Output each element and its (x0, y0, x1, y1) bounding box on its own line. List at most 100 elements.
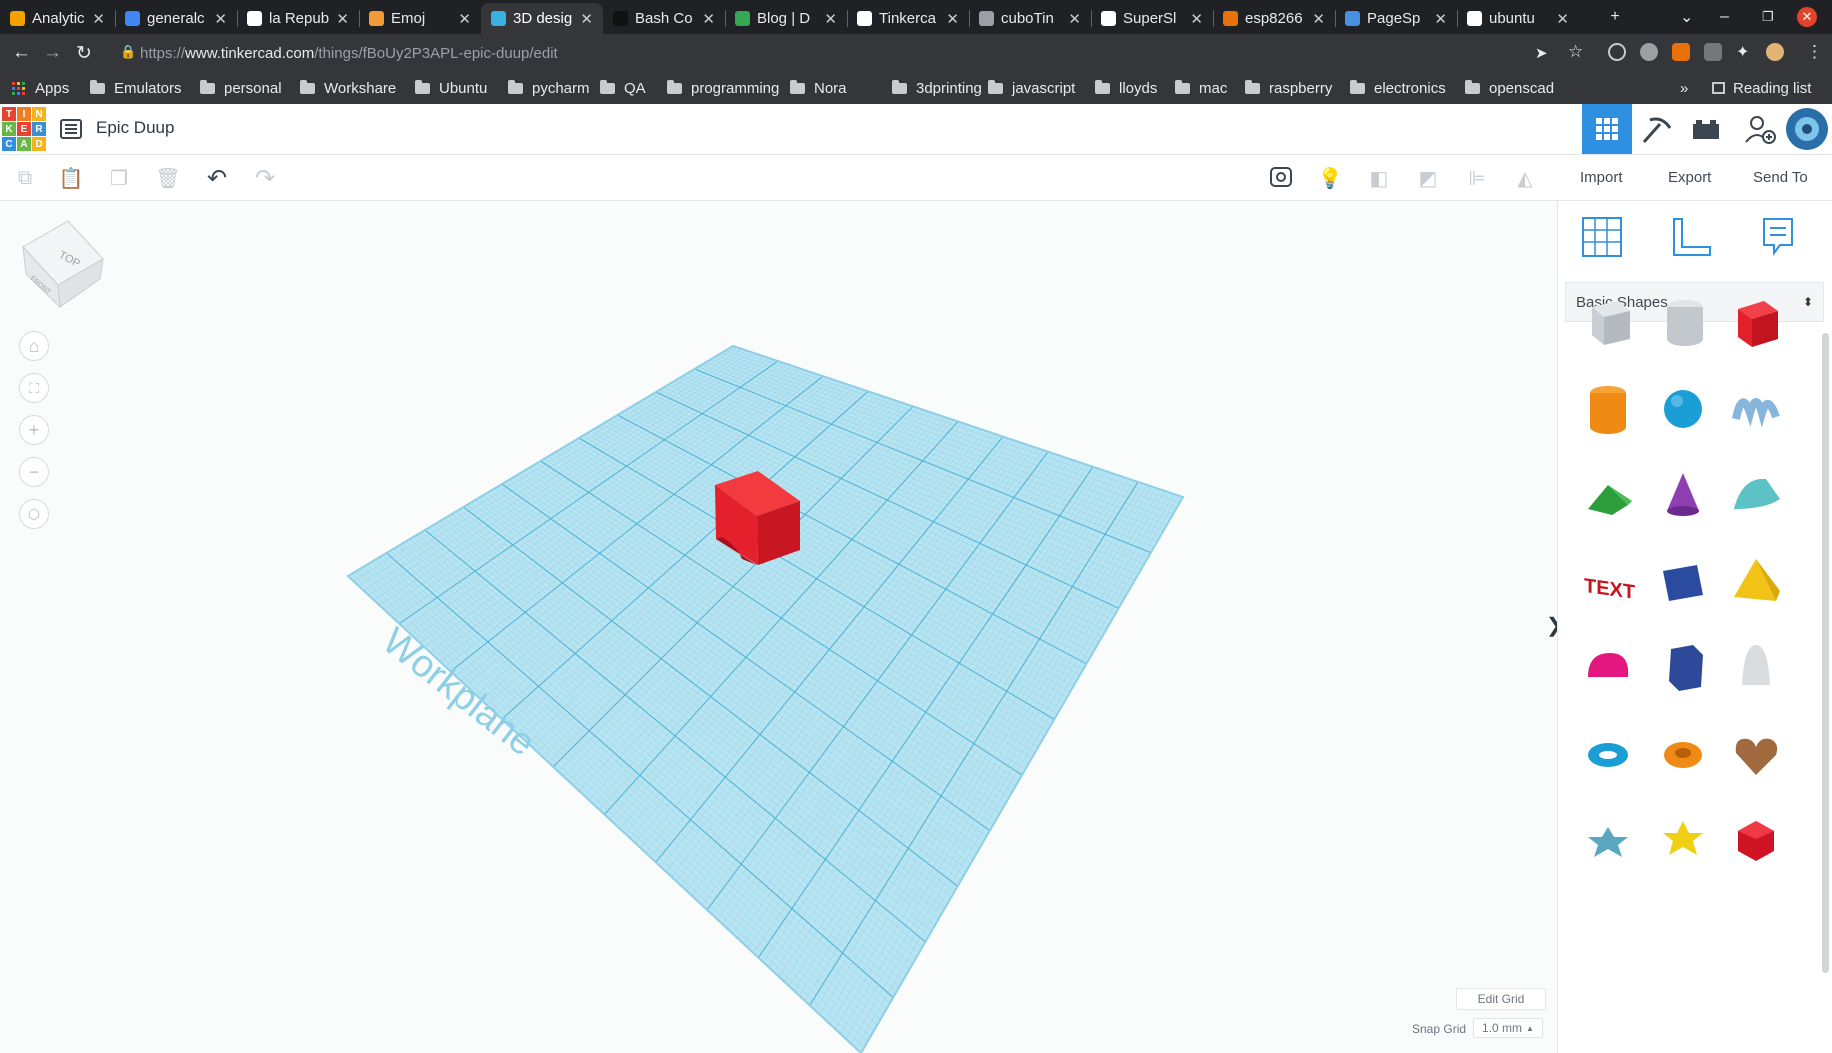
bookmark-folder[interactable]: javascript (988, 76, 1075, 100)
shape-text[interactable]: TEXT (1578, 551, 1638, 611)
new-tab-button[interactable]: + (1600, 0, 1630, 34)
bookmark-folder[interactable]: Emulators (90, 76, 182, 100)
browser-tab[interactable]: cuboTin ✕ (969, 3, 1091, 34)
browser-menu-icon[interactable]: ⋮ (1806, 42, 1823, 62)
bookmark-folder[interactable]: programming (667, 76, 779, 100)
shape-paraboloid[interactable] (1726, 637, 1786, 697)
panel-scrollbar[interactable] (1822, 333, 1829, 973)
tab-close-icon[interactable]: ✕ (946, 10, 959, 28)
shape-box[interactable] (1726, 293, 1786, 353)
url-field[interactable]: https://www.tinkercad.com/things/fBoUy2P… (140, 40, 1560, 66)
home-view-icon[interactable]: ⌂ (19, 331, 49, 361)
tab-search-icon[interactable]: ⌄ (1680, 0, 1693, 34)
align-icon[interactable]: ⊫ (1464, 165, 1490, 191)
bookmark-folder[interactable]: Ubuntu (415, 76, 487, 100)
extension-ghost-icon[interactable] (1640, 43, 1658, 61)
export-button[interactable]: Export (1655, 162, 1724, 192)
tinkercad-logo[interactable]: TIN KER CAD (2, 107, 46, 151)
browser-tab[interactable]: Emoj ✕ (359, 3, 481, 34)
shape-round-roof[interactable] (1726, 465, 1786, 525)
browser-tab[interactable]: generalc ✕ (115, 3, 237, 34)
shape-roof[interactable] (1578, 465, 1638, 525)
reading-list-button[interactable]: Reading list (1712, 76, 1811, 100)
bookmark-folder[interactable]: lloyds (1095, 76, 1157, 100)
bookmark-folder[interactable]: personal (200, 76, 282, 100)
view-cube[interactable]: TOP FRONT (18, 219, 106, 309)
workplane-tool-icon[interactable] (1580, 215, 1624, 259)
edit-grid-button[interactable]: Edit Grid (1456, 988, 1546, 1010)
import-button[interactable]: Import (1567, 162, 1636, 192)
send-to-button[interactable]: Send To (1740, 162, 1821, 192)
shape-heart[interactable] (1726, 723, 1786, 783)
tab-close-icon[interactable]: ✕ (824, 10, 837, 28)
undo-icon[interactable]: ↶ (204, 165, 230, 192)
profile-avatar[interactable] (1766, 43, 1784, 61)
show-all-icon[interactable] (1268, 165, 1294, 191)
browser-tab[interactable]: Analytic ✕ (0, 3, 115, 34)
zoom-in-icon[interactable]: + (19, 415, 49, 445)
browser-tab[interactable]: la Repub ✕ (237, 3, 359, 34)
tab-close-icon[interactable]: ✕ (1312, 10, 1325, 28)
back-arrow-icon[interactable]: ← (12, 42, 31, 64)
ruler-tool-icon[interactable] (1670, 215, 1714, 259)
design-list-icon[interactable] (60, 119, 82, 139)
shape-cylinder[interactable] (1578, 379, 1638, 439)
tab-close-icon[interactable]: ✕ (214, 10, 227, 28)
3d-viewport[interactable]: Workplane TOP FRONT ⌂ ⛶ + − ⬡ ❯ Edit Gri… (0, 201, 1557, 1053)
shape-torus[interactable] (1578, 723, 1638, 783)
shape-tube[interactable] (1653, 723, 1713, 783)
bookmark-folder[interactable]: Nora (790, 76, 847, 100)
3d-design-view-button[interactable] (1582, 104, 1632, 154)
lock-icon[interactable]: 🔒 (120, 44, 136, 60)
restore-button[interactable]: ❐ (1762, 0, 1774, 34)
panel-collapse-arrow[interactable]: ❯ (1546, 613, 1557, 638)
shape-cone[interactable] (1653, 465, 1713, 525)
mirror-icon[interactable]: ◭ (1512, 165, 1538, 191)
minimize-button[interactable]: – (1720, 0, 1729, 34)
bookmark-folder[interactable]: Workshare (300, 76, 396, 100)
tab-close-icon[interactable]: ✕ (92, 10, 105, 28)
shape-star-gold[interactable] (1653, 809, 1713, 869)
browser-tab[interactable]: Bash Co ✕ (603, 3, 725, 34)
shape-box-hole[interactable] (1578, 293, 1638, 353)
shape-half-sphere[interactable] (1578, 637, 1638, 697)
browser-tab[interactable]: Tinkerca ✕ (847, 3, 969, 34)
fit-view-icon[interactable]: ⛶ (19, 373, 49, 403)
redo-icon[interactable]: ↷ (252, 165, 278, 192)
notes-tool-icon[interactable] (1758, 215, 1798, 259)
group-icon[interactable]: ◧ (1366, 165, 1392, 191)
tab-close-icon[interactable]: ✕ (1434, 10, 1447, 28)
browser-tab[interactable]: esp8266 ✕ (1213, 3, 1335, 34)
shape-sphere[interactable] (1653, 379, 1713, 439)
shape-pyramid[interactable] (1726, 551, 1786, 611)
paste-icon[interactable]: 📋 (58, 165, 84, 191)
bricks-icon[interactable] (1692, 118, 1720, 140)
bookmark-folder[interactable]: QA (600, 76, 646, 100)
extension-flame-icon[interactable] (1672, 43, 1690, 61)
extension-camera-icon[interactable] (1704, 43, 1722, 61)
user-avatar[interactable] (1786, 108, 1828, 150)
shape-polygon[interactable] (1653, 637, 1713, 697)
bookmark-folder[interactable]: mac (1175, 76, 1227, 100)
ungroup-icon[interactable]: ◩ (1415, 165, 1441, 191)
bookmark-apps[interactable]: Apps (12, 76, 69, 100)
shape-cylinder-hole[interactable] (1653, 293, 1713, 353)
browser-tab[interactable]: PageSp ✕ (1335, 3, 1457, 34)
zoom-out-icon[interactable]: − (19, 457, 49, 487)
invite-user-icon[interactable] (1744, 114, 1776, 144)
bookmark-folder[interactable]: raspberry (1245, 76, 1332, 100)
shape-star[interactable] (1578, 809, 1638, 869)
bookmark-folder[interactable]: openscad (1465, 76, 1554, 100)
copy-icon[interactable]: ⧉ (12, 165, 38, 191)
pickaxe-icon[interactable] (1640, 116, 1672, 143)
browser-tab[interactable]: ubuntu ✕ (1457, 3, 1579, 34)
bookmark-folder[interactable]: pycharm (508, 76, 590, 100)
delete-icon[interactable]: 🗑 (155, 165, 181, 191)
browser-tab[interactable]: Blog | D ✕ (725, 3, 847, 34)
duplicate-icon[interactable]: ❐ (106, 165, 132, 191)
perspective-toggle-icon[interactable]: ⬡ (19, 499, 49, 529)
shape-wedge[interactable] (1653, 551, 1713, 611)
forward-arrow-icon[interactable]: → (43, 42, 62, 64)
bookmarks-overflow-button[interactable]: » (1680, 76, 1688, 100)
design-title[interactable]: Epic Duup (96, 118, 174, 138)
